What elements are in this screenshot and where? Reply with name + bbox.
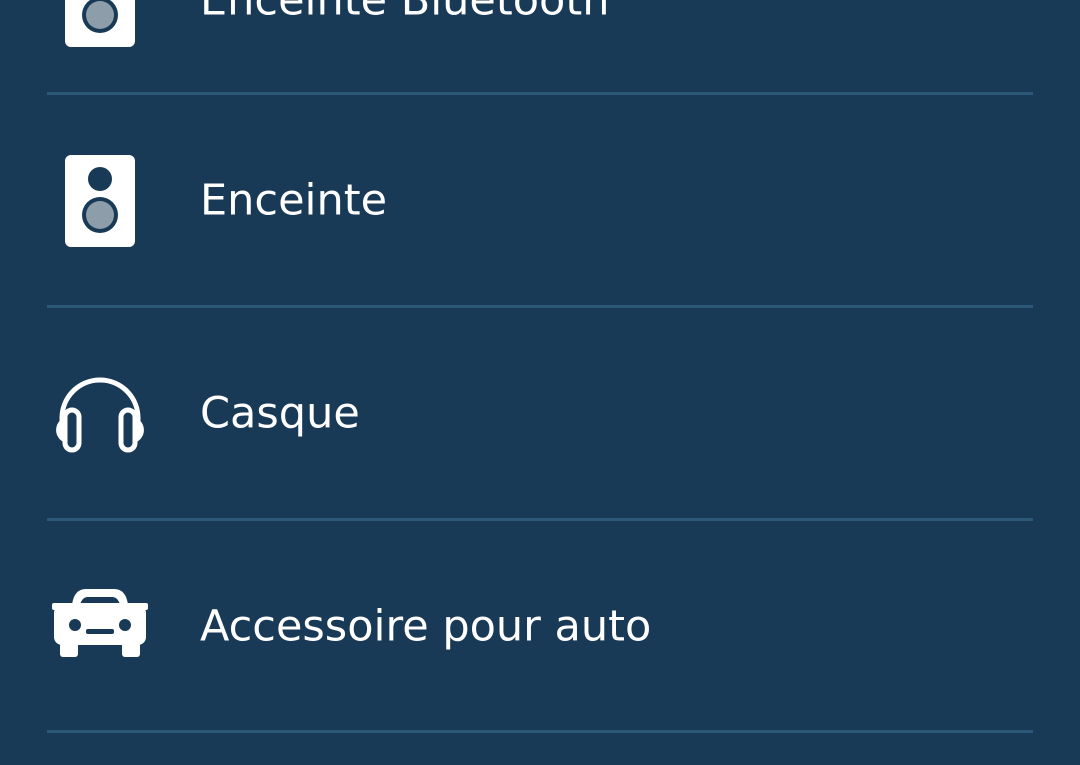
list-item-bluetooth-speaker[interactable]: Enceinte Bluetooth bbox=[0, 0, 1080, 107]
headphones-icon bbox=[48, 362, 152, 466]
list-item-label: Enceinte bbox=[200, 175, 388, 226]
bluetooth-speaker-icon bbox=[48, 0, 152, 53]
device-type-list: Enceinte Bluetooth Enceinte Casque Acces… bbox=[0, 0, 1080, 765]
car-icon bbox=[48, 575, 152, 679]
list-item-label: Casque bbox=[200, 388, 360, 439]
list-item-headphones[interactable]: Casque bbox=[0, 308, 1080, 520]
list-item-speaker[interactable]: Enceinte bbox=[0, 95, 1080, 307]
list-item-car-accessory[interactable]: Accessoire pour auto bbox=[0, 521, 1080, 733]
speaker-icon bbox=[48, 149, 152, 253]
divider bbox=[47, 730, 1033, 733]
list-item-label: Enceinte Bluetooth bbox=[200, 0, 610, 26]
list-item-label: Accessoire pour auto bbox=[200, 601, 652, 652]
